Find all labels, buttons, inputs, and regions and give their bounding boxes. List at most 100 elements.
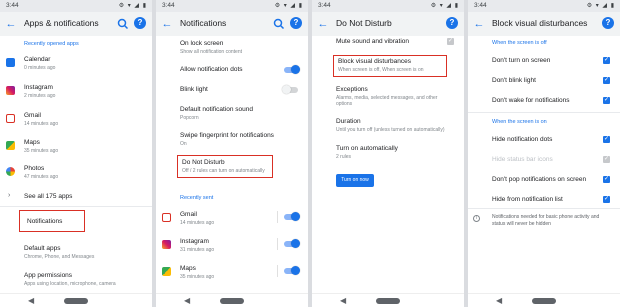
default-sound-title[interactable]: Default notification sound — [180, 106, 253, 113]
turn-on-auto-title[interactable]: Turn on automatically — [336, 145, 398, 152]
maps-icon — [6, 141, 15, 150]
section-header-screen-on: When the screen is on — [492, 119, 547, 125]
divider — [0, 206, 152, 207]
footer-note-line2: status will never be hidden — [492, 221, 551, 227]
app-name: Instagram — [180, 238, 209, 245]
back-arrow-icon[interactable]: ← — [4, 17, 18, 31]
highlight-box — [177, 155, 273, 178]
nav-back-icon[interactable]: ◀ — [340, 296, 346, 305]
option-checkbox[interactable]: ✓ — [603, 97, 610, 104]
status-bar: 3:44 ⚙ ▾ ◢ ▮ — [156, 0, 308, 12]
gmail-toggle[interactable] — [284, 212, 300, 221]
maps-icon — [162, 267, 171, 276]
see-all-label: See all 175 apps — [24, 193, 73, 200]
on-lock-screen-sub: Show all notification content — [180, 49, 242, 55]
status-time: 3:44 — [162, 2, 175, 9]
nav-home-pill[interactable] — [64, 298, 88, 304]
help-icon[interactable]: ? — [446, 17, 458, 29]
status-icons: ⚙ ▾ ◢ ▮ — [118, 3, 147, 9]
option-label: Don't wake for notifications — [492, 97, 570, 104]
page-title: Apps & notifications — [24, 18, 99, 28]
back-arrow-icon[interactable]: ← — [472, 17, 486, 31]
option-label: Hide notification dots — [492, 136, 553, 143]
instagram-icon — [6, 86, 15, 95]
blink-light-title: Blink light — [180, 86, 208, 93]
mute-checkbox[interactable]: ✓ — [447, 38, 454, 45]
instagram-toggle[interactable] — [284, 239, 300, 248]
highlight-box — [19, 210, 85, 232]
status-bar: 3:44 ⚙ ▾ ◢ ▮ — [312, 0, 464, 12]
gmail-icon — [162, 213, 171, 222]
app-time: 35 minutes ago — [180, 274, 215, 280]
app-permissions-sub: Apps using location, microphone, camera — [24, 281, 116, 287]
gmail-icon — [6, 114, 15, 123]
highlight-box — [333, 55, 447, 77]
duration-sub: Until you turn off (unless turned on aut… — [336, 127, 445, 133]
app-name: Gmail — [180, 211, 197, 218]
nav-back-icon[interactable]: ◀ — [496, 296, 502, 305]
option-label: Don't turn on screen — [492, 57, 551, 64]
footer-note-line1: Notifications needed for basic phone act… — [492, 214, 600, 220]
app-name: Maps — [24, 139, 40, 146]
app-name: Gmail — [24, 112, 41, 119]
option-checkbox[interactable]: ✓ — [603, 57, 610, 64]
option-checkbox[interactable]: ✓ — [603, 77, 610, 84]
search-icon[interactable] — [272, 17, 286, 31]
app-bar: ← Notifications ? — [156, 12, 308, 36]
option-checkbox[interactable]: ✓ — [603, 176, 610, 183]
default-apps-sub: Chrome, Phone, and Messages — [24, 254, 95, 260]
status-bar: 3:44 ⚙ ▾ ◢ ▮ — [468, 0, 620, 12]
nav-home-pill[interactable] — [376, 298, 400, 304]
screen-apps-notifications: 3:44 ⚙ ▾ ◢ ▮ ← Apps & notifications ? Re… — [0, 0, 152, 307]
option-checkbox[interactable]: ✓ — [603, 156, 610, 163]
default-apps-title[interactable]: Default apps — [24, 245, 61, 252]
app-time: 0 minutes ago — [24, 65, 56, 71]
status-time: 3:44 — [474, 2, 487, 9]
app-bar: ← Do Not Disturb ? — [312, 12, 464, 36]
row-separator — [277, 238, 278, 250]
blink-light-toggle[interactable] — [282, 85, 298, 94]
turn-on-auto-sub: 2 rules — [336, 154, 352, 160]
section-header-screen-off: When the screen is off — [492, 40, 547, 46]
option-checkbox[interactable]: ✓ — [603, 136, 610, 143]
app-permissions-title[interactable]: App permissions — [24, 272, 72, 279]
page-title: Do Not Disturb — [336, 18, 392, 28]
help-icon[interactable]: ? — [290, 17, 302, 29]
nav-bar: ◀ — [156, 293, 308, 307]
swipe-fingerprint-title[interactable]: Swipe fingerprint for notifications — [180, 132, 274, 139]
maps-toggle[interactable] — [284, 266, 300, 275]
on-lock-screen-title[interactable]: On lock screen — [180, 40, 223, 47]
option-label: Don't pop notifications on screen — [492, 176, 587, 183]
page-title: Notifications — [180, 18, 227, 28]
search-icon[interactable] — [116, 17, 130, 31]
option-label: Hide status bar icons — [492, 156, 553, 163]
status-icons: ⚙ ▾ ◢ ▮ — [274, 3, 303, 9]
nav-back-icon[interactable]: ◀ — [184, 296, 190, 305]
screen-notifications: 3:44 ⚙ ▾ ◢ ▮ ← Notifications ? On lock s… — [156, 0, 308, 307]
app-time: 14 minutes ago — [24, 121, 59, 127]
row-separator — [277, 265, 278, 277]
app-time: 35 minutes ago — [24, 148, 59, 154]
nav-home-pill[interactable] — [532, 298, 556, 304]
option-checkbox[interactable]: ✓ — [603, 196, 610, 203]
app-name: Instagram — [24, 84, 53, 91]
nav-home-pill[interactable] — [220, 298, 244, 304]
nav-back-icon[interactable]: ◀ — [28, 296, 34, 305]
help-icon[interactable]: ? — [134, 17, 146, 29]
mute-title: Mute sound and vibration — [336, 38, 409, 45]
duration-title[interactable]: Duration — [336, 118, 361, 125]
allow-dots-title: Allow notification dots — [180, 66, 243, 73]
exceptions-title[interactable]: Exceptions — [336, 86, 368, 93]
instagram-icon — [162, 240, 171, 249]
help-icon[interactable]: ? — [602, 17, 614, 29]
app-name: Calendar — [24, 56, 51, 63]
calendar-icon — [6, 58, 15, 67]
back-arrow-icon[interactable]: ← — [316, 17, 330, 31]
status-icons: ⚙ ▾ ◢ ▮ — [430, 3, 459, 9]
back-arrow-icon[interactable]: ← — [160, 17, 174, 31]
turn-on-now-button[interactable]: Turn on now — [336, 174, 374, 187]
allow-dots-toggle[interactable] — [284, 65, 300, 74]
option-label: Don't blink light — [492, 77, 536, 84]
status-time: 3:44 — [6, 2, 19, 9]
status-bar: 3:44 ⚙ ▾ ◢ ▮ — [0, 0, 152, 12]
